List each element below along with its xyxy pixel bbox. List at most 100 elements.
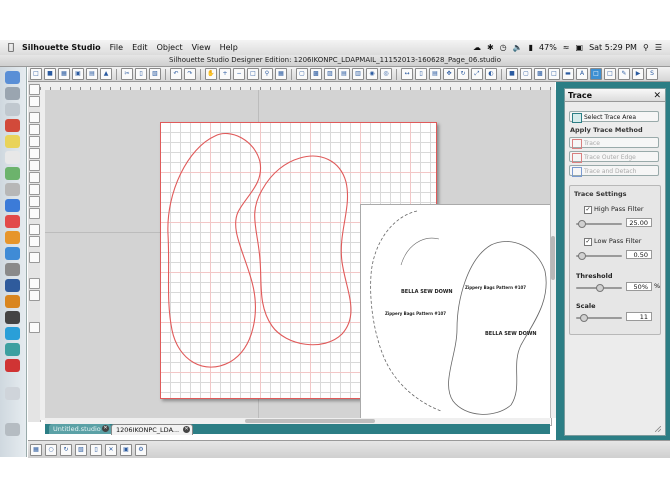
fill-pattern-icon[interactable]: ▩ [534, 68, 546, 80]
cut-icon[interactable]: ✂ [121, 68, 133, 80]
high-pass-knob[interactable] [578, 220, 586, 228]
scale-icon[interactable]: ⤢ [471, 68, 483, 80]
vertical-scroll-thumb[interactable] [551, 236, 555, 280]
photos-icon[interactable] [5, 183, 20, 196]
app-menu[interactable]: Silhouette Studio [22, 43, 101, 52]
high-pass-checkbox[interactable]: ✓ [584, 206, 592, 214]
lock-icon[interactable]: ▣ [120, 443, 132, 456]
finder-icon[interactable] [5, 71, 20, 84]
zoom-drag-icon[interactable]: ⚲ [261, 68, 273, 80]
tab-close-icon[interactable]: ✕ [183, 426, 190, 433]
redo-icon[interactable]: ↷ [184, 68, 196, 80]
text-tool-icon[interactable] [29, 208, 40, 219]
undo-icon[interactable]: ↶ [170, 68, 182, 80]
save-icon[interactable]: ▣ [72, 68, 84, 80]
silhouette-icon[interactable] [5, 311, 20, 324]
text-style-icon[interactable]: A [576, 68, 588, 80]
move-icon[interactable]: ✥ [443, 68, 455, 80]
select-trace-area-button[interactable]: Select Trace Area [569, 111, 659, 123]
grid-toggle-icon[interactable]: ▦ [30, 443, 42, 456]
clock[interactable]: Sat 5:29 PM [589, 43, 637, 52]
knife-tool-icon[interactable] [29, 236, 40, 247]
ellipse-tool-icon[interactable] [29, 148, 40, 159]
rotate-icon[interactable]: ↻ [457, 68, 469, 80]
freehand-tool-icon[interactable] [29, 196, 40, 207]
menu-object[interactable]: Object [157, 43, 183, 52]
eraser-tool-icon[interactable] [29, 224, 40, 235]
resize-grip-icon[interactable] [654, 425, 662, 433]
app-store-icon[interactable] [5, 199, 20, 212]
system-preferences-icon[interactable] [5, 263, 20, 276]
low-pass-value[interactable]: 0.50 [626, 250, 652, 259]
rectangle-tool-icon[interactable] [29, 124, 40, 135]
mission-control-icon[interactable] [5, 103, 20, 116]
spotlight-icon[interactable]: ⚲ [643, 43, 649, 52]
menu-edit[interactable]: Edit [132, 43, 148, 52]
duplicate-icon[interactable]: ▯ [90, 443, 102, 456]
trash-icon[interactable] [5, 423, 20, 436]
cut-style-icon[interactable]: ✎ [618, 68, 630, 80]
time-machine-icon[interactable]: ◷ [500, 43, 507, 52]
pan-icon[interactable]: ✋ [205, 68, 217, 80]
itunes-icon[interactable] [5, 215, 20, 228]
trace-outer-edge-button[interactable]: Trace Outer Edge [569, 151, 659, 163]
threshold-knob[interactable] [596, 284, 604, 292]
cut-settings-icon[interactable]: ▲ [100, 68, 112, 80]
threshold-value[interactable]: 50% [626, 282, 652, 291]
scale-slider[interactable] [576, 314, 622, 322]
line-tool-icon[interactable] [29, 112, 40, 123]
replicate-icon[interactable]: ▯ [415, 68, 427, 80]
close-icon[interactable]: ✕ [653, 90, 661, 103]
documents-stack-icon[interactable] [5, 387, 20, 400]
scale-knob[interactable] [580, 314, 588, 322]
delete-icon[interactable]: ✕ [105, 443, 117, 456]
edit-points-tool-icon[interactable] [29, 96, 40, 107]
paste-icon[interactable]: ▧ [149, 68, 161, 80]
input-source-icon[interactable]: ▣ [576, 43, 584, 52]
menu-help[interactable]: Help [220, 43, 238, 52]
fill-tool-icon[interactable] [29, 252, 40, 263]
store-icon[interactable]: S [646, 68, 658, 80]
tab-active-document[interactable]: 1206IKONPC_LDA... ✕ [111, 424, 193, 435]
send-back-icon[interactable]: ▥ [352, 68, 364, 80]
align-icon[interactable]: ▤ [429, 68, 441, 80]
horizontal-scroll-thumb[interactable] [245, 419, 375, 423]
pattern-image[interactable]: BELLA SEW DOWN Zippery Bags Pattern #107… [360, 204, 552, 426]
traced-bag-left[interactable] [167, 132, 262, 368]
reminders-icon[interactable] [5, 151, 20, 164]
open-icon[interactable]: ■ [44, 68, 56, 80]
tab-untitled[interactable]: Untitled.studio ✕ [49, 424, 111, 434]
fill-gradient-icon[interactable]: ▢ [520, 68, 532, 80]
library-icon[interactable]: ▦ [58, 68, 70, 80]
ungroup-icon[interactable]: ▨ [324, 68, 336, 80]
high-pass-slider[interactable] [576, 220, 622, 228]
photoshop-icon[interactable] [5, 279, 20, 292]
polygon-tool-icon[interactable] [29, 160, 40, 171]
weld-icon[interactable]: ◉ [366, 68, 378, 80]
bluetooth-icon[interactable]: ✱ [487, 43, 494, 52]
skype-icon[interactable] [5, 327, 20, 340]
settings-icon[interactable]: ⚙ [135, 443, 147, 456]
new-icon[interactable]: □ [30, 68, 42, 80]
wifi-icon[interactable]: ≈ [563, 43, 570, 52]
tab-close-icon[interactable]: ✕ [102, 425, 109, 432]
scale-value[interactable]: 11 [626, 312, 652, 321]
zoom-selection-icon[interactable]: □ [247, 68, 259, 80]
acrobat-icon[interactable] [5, 359, 20, 372]
transform-icon[interactable]: ↔ [401, 68, 413, 80]
curve-tool-icon[interactable] [29, 172, 40, 183]
volume-icon[interactable]: 🔈 [513, 43, 523, 52]
bring-front-icon[interactable]: ▤ [338, 68, 350, 80]
shapes-icon[interactable]: ○ [45, 443, 57, 456]
zoom-out-icon[interactable]: − [233, 68, 245, 80]
contacts-icon[interactable] [5, 167, 20, 180]
copy-icon[interactable]: ▯ [135, 68, 147, 80]
send-to-silhouette-icon[interactable]: ▶ [632, 68, 644, 80]
trace-icon[interactable]: □ [590, 68, 602, 80]
group-icon[interactable]: ▩ [310, 68, 322, 80]
select-all-icon[interactable]: ▢ [296, 68, 308, 80]
trace-and-detach-button[interactable]: Trace and Detach [569, 165, 659, 177]
launchpad-icon[interactable] [5, 87, 20, 100]
fill-color-icon[interactable]: ■ [506, 68, 518, 80]
library-panel-icon[interactable] [29, 290, 40, 301]
